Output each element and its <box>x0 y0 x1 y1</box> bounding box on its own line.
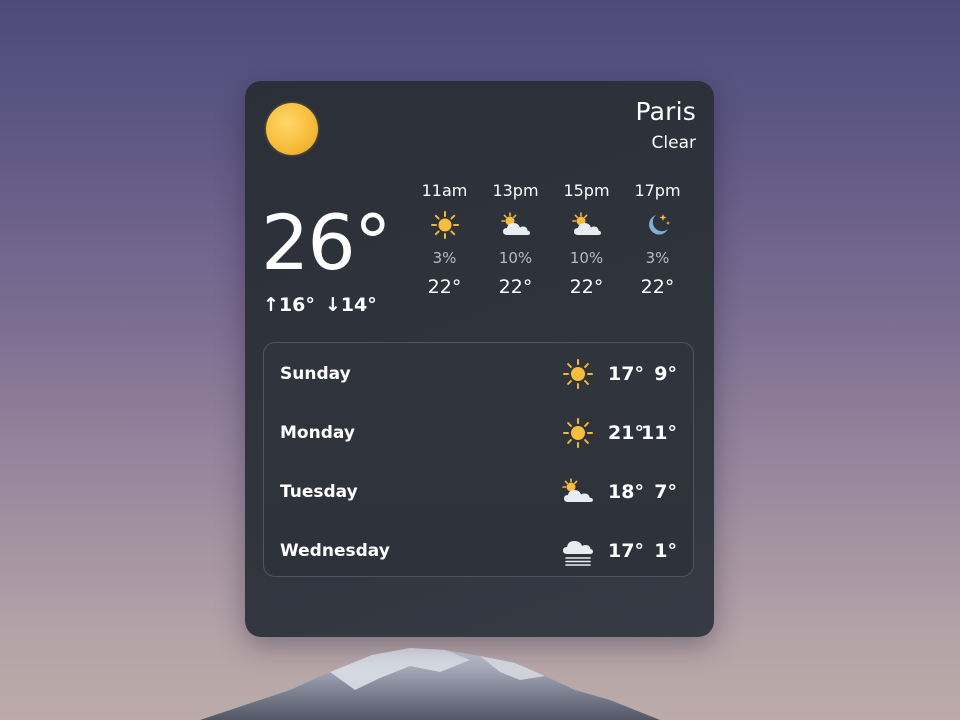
fog-cloud-icon <box>563 541 593 566</box>
day-name: Tuesday <box>280 482 358 502</box>
hour-temp: 22° <box>569 276 604 298</box>
hourly-forecast: 11am 3% 22° 13pm 10% 22° 15pm 10% 22° 17… <box>409 180 693 298</box>
hour-time: 17pm <box>634 181 681 200</box>
partly-cloudy-icon <box>571 212 601 235</box>
hour-time: 13pm <box>492 181 539 200</box>
high-low-temps: ↑16° ↓14° <box>263 294 377 316</box>
partly-cloudy-icon <box>500 212 530 235</box>
hourly-item: 15pm 10% 22° <box>551 180 622 298</box>
hour-temp: 22° <box>427 276 462 298</box>
high-temp: ↑16° <box>263 294 315 316</box>
sun-icon <box>430 211 459 239</box>
day-name: Sunday <box>280 364 351 384</box>
hourly-item: 11am 3% 22° <box>409 180 480 298</box>
sun-icon <box>563 418 593 448</box>
hour-temp: 22° <box>498 276 533 298</box>
day-high-temp: 18° <box>608 481 644 503</box>
daily-forecast: Sunday 17° 9° Monday 21° 11° Tuesday 18°… <box>263 342 694 577</box>
day-low-temp: 1° <box>654 540 677 562</box>
hourly-item: 17pm 3% 22° <box>622 180 693 298</box>
weather-widget[interactable]: Paris Clear 26° ↑16° ↓14° 11am 3% 22° 13… <box>245 81 714 637</box>
hour-time: 15pm <box>563 181 610 200</box>
hour-precip: 10% <box>498 249 533 267</box>
low-temp: ↓14° <box>324 294 377 316</box>
current-temperature: 26° <box>261 198 392 287</box>
daily-row[interactable]: Monday 21° 11° <box>264 413 693 453</box>
hour-temp: 22° <box>640 276 675 298</box>
daily-row[interactable]: Tuesday 18° 7° <box>264 472 693 512</box>
hour-precip: 3% <box>432 249 457 267</box>
day-name: Wednesday <box>280 541 390 561</box>
daily-row[interactable]: Sunday 17° 9° <box>264 354 693 394</box>
day-low-temp: 7° <box>654 481 677 503</box>
day-low-temp: 11° <box>641 422 677 444</box>
sun-icon <box>563 359 593 389</box>
day-low-temp: 9° <box>654 363 677 385</box>
day-high-temp: 17° <box>608 540 644 562</box>
day-high-temp: 21° <box>608 422 644 444</box>
sun-icon <box>266 103 318 155</box>
city-name: Paris <box>635 97 696 126</box>
moon-stars-icon <box>648 214 670 235</box>
hour-precip: 10% <box>569 249 604 267</box>
day-high-temp: 17° <box>608 363 644 385</box>
daily-row[interactable]: Wednesday 17° 1° <box>264 531 693 571</box>
partly-cloudy-icon <box>562 478 593 502</box>
hour-time: 11am <box>421 181 468 200</box>
hourly-item: 13pm 10% 22° <box>480 180 551 298</box>
current-condition: Clear <box>651 133 696 153</box>
hour-precip: 3% <box>645 249 670 267</box>
day-name: Monday <box>280 423 355 443</box>
